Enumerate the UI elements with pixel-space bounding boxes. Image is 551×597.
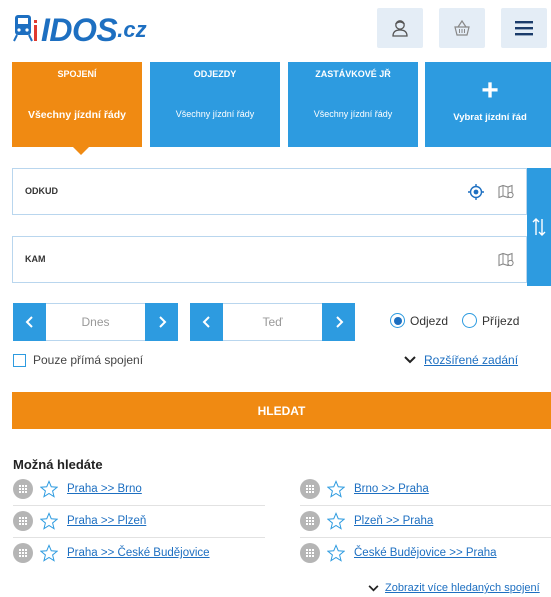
swap-stations-button[interactable] [527,168,551,286]
to-label: KAM [25,254,46,264]
tab-odjezdy[interactable]: ODJEZDY Všechny jízdní řády [150,62,280,147]
tab-subtitle: Všechny jízdní řády [27,109,127,121]
suggestion-link[interactable]: Praha >> Brno [67,483,142,495]
tab-title: ZASTÁVKOVÉ JŘ [315,69,391,79]
suggestion-item[interactable]: Praha >> Brno [13,478,142,500]
header: IDOS .cz [0,0,551,62]
date-next-button[interactable] [145,303,178,341]
time-stepper: Teď [190,303,355,341]
logo-domain: .cz [117,17,147,42]
from-label: ODKUD [25,186,58,196]
star-icon[interactable] [39,543,59,563]
chevron-down-icon [404,356,416,364]
suggestion-link[interactable]: Brno >> Praha [354,483,429,495]
direct-only-checkbox[interactable] [13,353,26,367]
divider [300,537,551,538]
suggestion-link[interactable]: České Budějovice >> Praha [354,547,497,559]
chevron-down-icon [368,584,379,591]
chevron-right-icon [158,316,166,328]
suggestion-item[interactable]: Brno >> Praha [300,478,429,500]
suggestions-title: Možná hledáte [13,457,103,472]
star-icon[interactable] [326,511,346,531]
suggestion-link[interactable]: Plzeň >> Praha [354,515,433,527]
tab-spojeni[interactable]: SPOJENÍ Všechny jízdní řády [12,62,142,155]
star-icon[interactable] [326,543,346,563]
suggestion-item[interactable]: Plzeň >> Praha [300,510,433,532]
show-more-searches-link[interactable]: Zobrazit více hledaných spojení [368,582,540,594]
chevron-right-icon [335,316,343,328]
radio-departure[interactable] [390,313,405,328]
basket-icon [454,19,470,36]
star-icon[interactable] [326,479,346,499]
star-icon[interactable] [39,479,59,499]
divider [13,537,265,538]
map-icon[interactable] [496,182,516,202]
from-field[interactable]: ODKUD [12,168,527,215]
user-icon [392,20,408,37]
logo-text: IDOS [41,11,118,48]
suggestion-item[interactable]: Praha >> České Budějovice [13,542,210,564]
plus-icon: + [481,74,499,107]
grid-icon [13,511,33,531]
suggestion-link[interactable]: Praha >> České Budějovice [67,547,210,559]
direct-only-label[interactable]: Pouze přímá spojení [33,353,143,367]
menu-button[interactable] [501,8,547,48]
tab-title: ODJEZDY [193,69,237,79]
tab-subtitle: Všechny jízdní řády [313,109,393,119]
radio-arrival-label[interactable]: Příjezd [482,314,519,328]
menu-icon [515,21,533,36]
direct-only-option[interactable]: Pouze přímá spojení [13,353,143,367]
tab-zastavkove-jr[interactable]: ZASTÁVKOVÉ JŘ Všechny jízdní řády [288,62,418,147]
train-logo-icon [13,15,37,42]
swap-arrows-icon [532,218,546,236]
grid-icon [300,543,320,563]
departure-arrival-radios: Odjezd Příjezd [390,313,519,328]
date-stepper: Dnes [13,303,178,341]
suggestion-link[interactable]: Praha >> Plzeň [67,515,146,527]
show-more-label[interactable]: Zobrazit více hledaných spojení [385,582,540,594]
user-button[interactable] [377,8,423,48]
time-next-button[interactable] [322,303,355,341]
grid-icon [300,479,320,499]
to-field[interactable]: KAM [12,236,527,283]
suggestion-item[interactable]: České Budějovice >> Praha [300,542,497,564]
locate-icon[interactable] [466,182,486,202]
tab-subtitle: Všechny jízdní řády [175,109,255,119]
idos-logo[interactable]: IDOS .cz [13,10,147,50]
tab-subtitle: Vybrat jízdní řád [453,112,527,123]
active-tab-pointer [73,147,89,155]
search-button[interactable]: HLEDAT [12,392,551,429]
tab-title: SPOJENÍ [57,69,97,79]
star-icon[interactable] [39,511,59,531]
grid-icon [13,543,33,563]
advanced-search-link[interactable]: Rozšířené zadání [404,353,518,367]
grid-icon [13,479,33,499]
basket-button[interactable] [439,8,485,48]
map-icon[interactable] [496,250,516,270]
suggestion-item[interactable]: Praha >> Plzeň [13,510,146,532]
grid-icon [300,511,320,531]
divider [13,505,265,506]
radio-arrival[interactable] [462,313,478,328]
divider [300,505,551,506]
tab-select-timetable[interactable]: + Vybrat jízdní řád [425,62,551,147]
advanced-search-label[interactable]: Rozšířené zadání [424,353,518,367]
radio-departure-label[interactable]: Odjezd [410,314,448,328]
